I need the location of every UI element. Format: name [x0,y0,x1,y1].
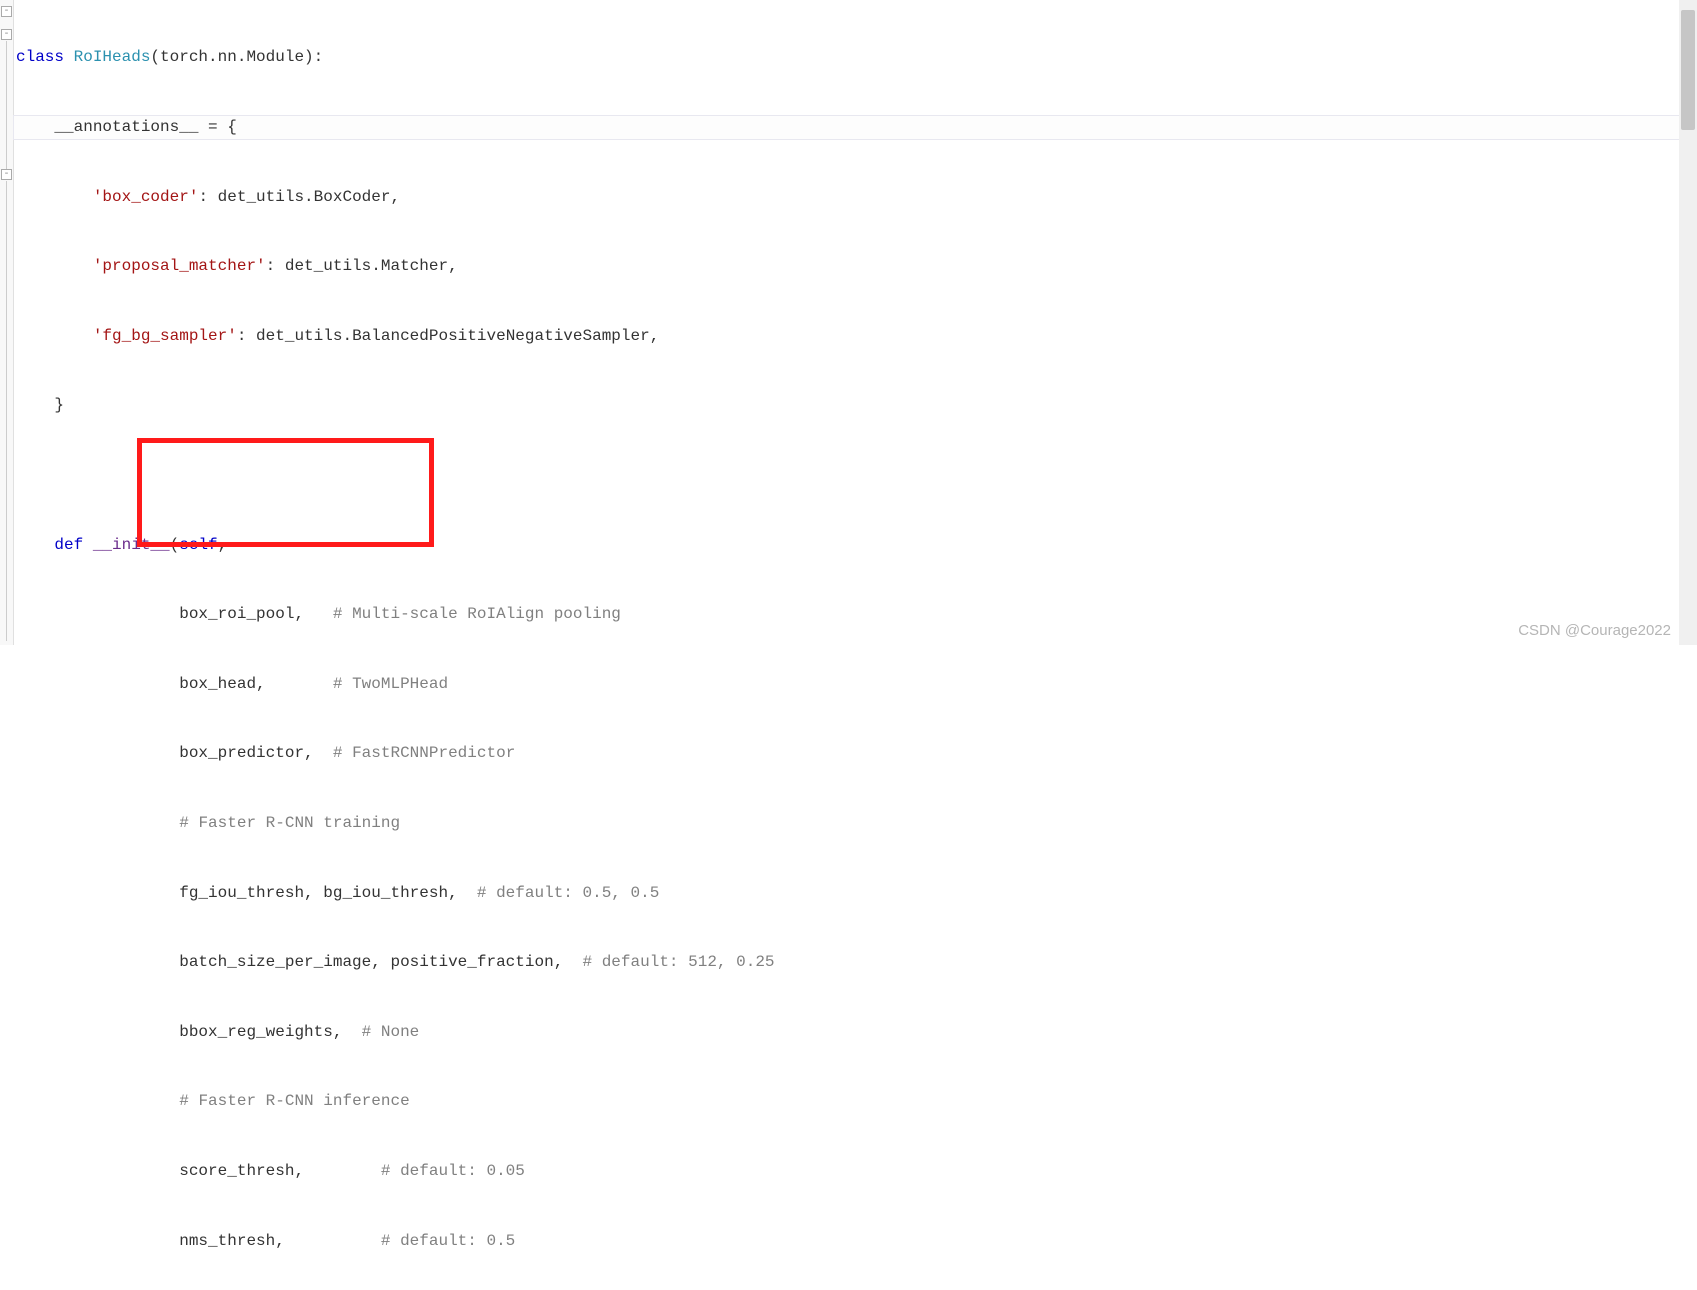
code-line[interactable]: fg_iou_thresh, bg_iou_thresh, # default:… [14,882,1697,905]
code-line[interactable]: 'proposal_matcher': det_utils.Matcher, [14,255,1697,278]
highlight-annotation [137,438,434,547]
code-line[interactable]: 'box_coder': det_utils.BoxCoder, [14,186,1697,209]
code-line[interactable]: box_head, # TwoMLPHead [14,673,1697,696]
code-line[interactable]: box_roi_pool, # Multi-scale RoIAlign poo… [14,603,1697,626]
fold-toggle-icon[interactable]: - [1,29,12,40]
code-line-current[interactable]: __annotations__ = { [14,116,1697,139]
code-line[interactable] [14,464,1697,487]
code-editor[interactable]: - - - class RoIHeads(torch.nn.Module): _… [0,0,1697,645]
fold-gutter: - - - [0,0,14,645]
code-line[interactable]: box_predictor, # FastRCNNPredictor [14,742,1697,765]
code-content[interactable]: class RoIHeads(torch.nn.Module): __annot… [14,0,1697,645]
code-line[interactable]: # Faster R-CNN training [14,812,1697,835]
code-line[interactable]: } [14,394,1697,417]
code-line[interactable]: 'fg_bg_sampler': det_utils.BalancedPosit… [14,325,1697,348]
code-line[interactable]: score_thresh, # default: 0.05 [14,1160,1697,1183]
code-line[interactable]: batch_size_per_image, positive_fraction,… [14,951,1697,974]
code-line[interactable]: class RoIHeads(torch.nn.Module): [14,46,1697,69]
code-line[interactable]: bbox_reg_weights, # None [14,1021,1697,1044]
scroll-thumb[interactable] [1681,10,1695,130]
vertical-scrollbar[interactable] [1679,0,1697,645]
code-line[interactable]: nms_thresh, # default: 0.5 [14,1230,1697,1253]
code-line[interactable]: # Faster R-CNN inference [14,1090,1697,1113]
fold-toggle-icon[interactable]: - [1,169,12,180]
code-line[interactable]: def __init__(self, [14,534,1697,557]
fold-toggle-icon[interactable]: - [1,6,12,17]
